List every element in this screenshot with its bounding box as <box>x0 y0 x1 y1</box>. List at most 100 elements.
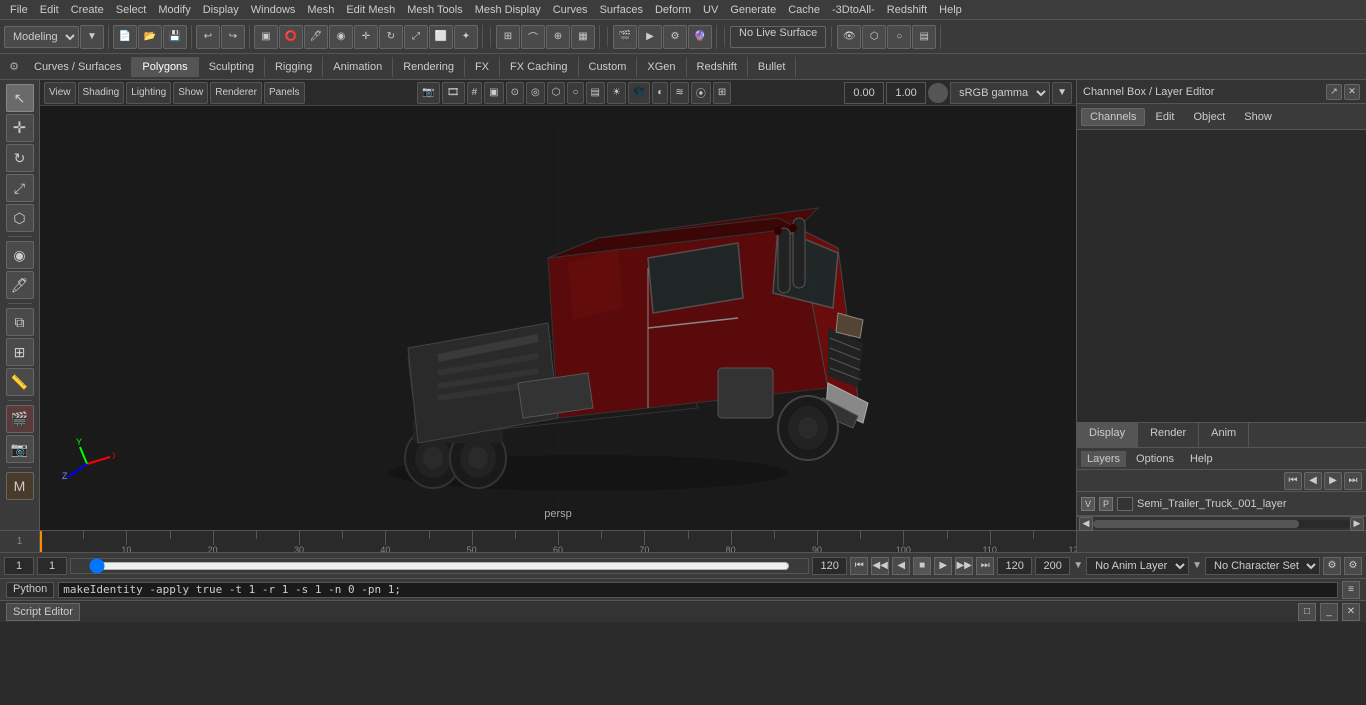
smooth-btn[interactable]: ○ <box>887 25 911 49</box>
script-tab[interactable]: Script Editor <box>6 603 80 621</box>
anim-settings-btn2[interactable]: ⚙ <box>1344 557 1362 575</box>
vp-gamma-select[interactable]: sRGB gamma <box>950 82 1050 104</box>
vp-shading-menu[interactable]: Shading <box>78 82 125 104</box>
menu-deform[interactable]: Deform <box>649 2 697 18</box>
lasso-btn[interactable]: ⭕ <box>279 25 303 49</box>
vp-lighting-menu[interactable]: Lighting <box>126 82 171 104</box>
layer-visibility-v[interactable]: V <box>1081 497 1095 511</box>
tab-fx-caching[interactable]: FX Caching <box>500 57 578 77</box>
vp-msaa-icon[interactable]: ⊞ <box>713 82 731 104</box>
vp-panels-menu[interactable]: Panels <box>264 82 305 104</box>
menu-select[interactable]: Select <box>110 2 153 18</box>
vp-renderer-menu[interactable]: Renderer <box>210 82 262 104</box>
scale-btn[interactable]: ⤢ <box>404 25 428 49</box>
tab-animation[interactable]: Animation <box>323 57 393 77</box>
vp-gamma-down-icon[interactable]: ▼ <box>1052 82 1072 104</box>
tab-anim[interactable]: Anim <box>1199 423 1249 447</box>
measure-btn[interactable]: 📏 <box>6 368 34 396</box>
viewport[interactable]: View Shading Lighting Show Renderer Pane… <box>40 80 1076 530</box>
open-scene-btn[interactable]: 📂 <box>138 25 162 49</box>
menu-generate[interactable]: Generate <box>724 2 782 18</box>
tab-layers[interactable]: Layers <box>1081 451 1126 467</box>
maya-logo-btn[interactable]: M <box>6 472 34 500</box>
vp-motion-blur-icon[interactable]: ≋ <box>670 82 688 104</box>
frame-range-slider[interactable] <box>89 558 789 574</box>
menu-edit[interactable]: Edit <box>34 2 65 18</box>
transform-btn[interactable]: ✦ <box>454 25 478 49</box>
snap-surface-btn[interactable]: ▦ <box>571 25 595 49</box>
tabbar-settings-icon[interactable]: ⚙ <box>4 57 24 77</box>
stop-btn[interactable]: ■ <box>913 557 931 575</box>
menu-redshift[interactable]: Redshift <box>881 2 933 18</box>
tab-object[interactable]: Object <box>1184 108 1234 126</box>
menu-modify[interactable]: Modify <box>152 2 196 18</box>
char-set-arrow[interactable]: ▼ <box>1192 560 1202 571</box>
menu-edit-mesh[interactable]: Edit Mesh <box>340 2 401 18</box>
step-fwd-btn[interactable]: ▶▶ <box>955 557 973 575</box>
window-min-btn[interactable]: _ <box>1320 603 1338 621</box>
show-isolate-btn[interactable]: 👁 <box>837 25 861 49</box>
scrollbar-track[interactable] <box>1093 520 1350 528</box>
tab-rendering[interactable]: Rendering <box>393 57 465 77</box>
timeline-track[interactable]: 0102030405060708090100110120 <box>40 531 1076 552</box>
window-max-btn[interactable]: ✕ <box>1342 603 1360 621</box>
vp-value2[interactable] <box>886 82 926 104</box>
play-back-btn[interactable]: ◀ <box>892 557 910 575</box>
universal-manip-btn[interactable]: ⬡ <box>6 204 34 232</box>
vp-smooth-icon[interactable]: ○ <box>567 82 583 104</box>
next-keyframe-btn[interactable]: ⏭ <box>976 557 994 575</box>
move-btn[interactable]: ✛ <box>354 25 378 49</box>
max-frame-input[interactable] <box>1035 557 1070 575</box>
snap-grid-btn[interactable]: ⊞ <box>496 25 520 49</box>
tab-polygons[interactable]: Polygons <box>132 57 198 77</box>
render-settings-btn[interactable]: ⚙ <box>663 25 687 49</box>
layer-visibility-p[interactable]: P <box>1099 497 1113 511</box>
tab-rigging[interactable]: Rigging <box>265 57 323 77</box>
script-editor-icon[interactable]: ≡ <box>1342 581 1360 599</box>
rotate-tool-btn[interactable]: ↻ <box>6 144 34 172</box>
render-btn[interactable]: 🎬 <box>613 25 637 49</box>
tab-bullet[interactable]: Bullet <box>748 57 797 77</box>
playback-end-input[interactable] <box>997 557 1032 575</box>
vp-show-menu[interactable]: Show <box>173 82 208 104</box>
vp-grid-icon[interactable]: # <box>467 82 483 104</box>
show-manipulator-btn[interactable]: ⧉ <box>6 308 34 336</box>
save-scene-btn[interactable]: 💾 <box>163 25 187 49</box>
tab-channels[interactable]: Channels <box>1081 108 1145 126</box>
menu-mesh[interactable]: Mesh <box>301 2 340 18</box>
menu-3dtoall[interactable]: -3DtoAll- <box>826 2 881 18</box>
tab-xgen[interactable]: XGen <box>637 57 686 77</box>
current-frame-input2[interactable] <box>37 557 67 575</box>
vp-view-menu[interactable]: View <box>44 82 76 104</box>
tab-show[interactable]: Show <box>1235 108 1281 126</box>
snap-align-btn[interactable]: ⊞ <box>6 338 34 366</box>
workspace-dropdown[interactable]: Modeling <box>4 26 79 48</box>
tab-curves-surfaces[interactable]: Curves / Surfaces <box>24 57 132 77</box>
tab-fx[interactable]: FX <box>465 57 500 77</box>
move-tool-btn[interactable]: ✛ <box>6 114 34 142</box>
ipr-btn[interactable]: ▶ <box>638 25 662 49</box>
vp-light-icon[interactable]: ☀ <box>607 82 626 104</box>
texture-btn[interactable]: ▤ <box>912 25 936 49</box>
live-surface-btn[interactable]: No Live Surface <box>730 26 826 48</box>
menu-curves[interactable]: Curves <box>547 2 594 18</box>
camera-btn[interactable]: 📷 <box>6 435 34 463</box>
char-set-select[interactable]: No Character Set <box>1205 557 1320 575</box>
undo-btn[interactable]: ↩ <box>196 25 220 49</box>
vp-texture-icon[interactable]: ▤ <box>586 82 605 104</box>
scroll-right-btn[interactable]: ▶ <box>1350 517 1364 531</box>
anim-layer-arrow[interactable]: ▼ <box>1073 560 1083 571</box>
rotate-btn[interactable]: ↻ <box>379 25 403 49</box>
menu-uv[interactable]: UV <box>697 2 724 18</box>
vp-wireframe-icon[interactable]: ⬡ <box>547 82 566 104</box>
tab-redshift[interactable]: Redshift <box>687 57 748 77</box>
vp-isolate-icon[interactable]: ⊙ <box>506 82 524 104</box>
step-back-btn[interactable]: ◀◀ <box>871 557 889 575</box>
menu-display[interactable]: Display <box>197 2 245 18</box>
range-end-input[interactable] <box>812 557 847 575</box>
scale-tool-btn[interactable]: ⤢ <box>6 174 34 202</box>
vp-film-icon[interactable]: 🎞 <box>442 82 465 104</box>
vp-shadow-icon[interactable]: 🌑 <box>628 82 650 104</box>
redo-btn[interactable]: ↪ <box>221 25 245 49</box>
prev-keyframe-btn[interactable]: ⏮ <box>850 557 868 575</box>
